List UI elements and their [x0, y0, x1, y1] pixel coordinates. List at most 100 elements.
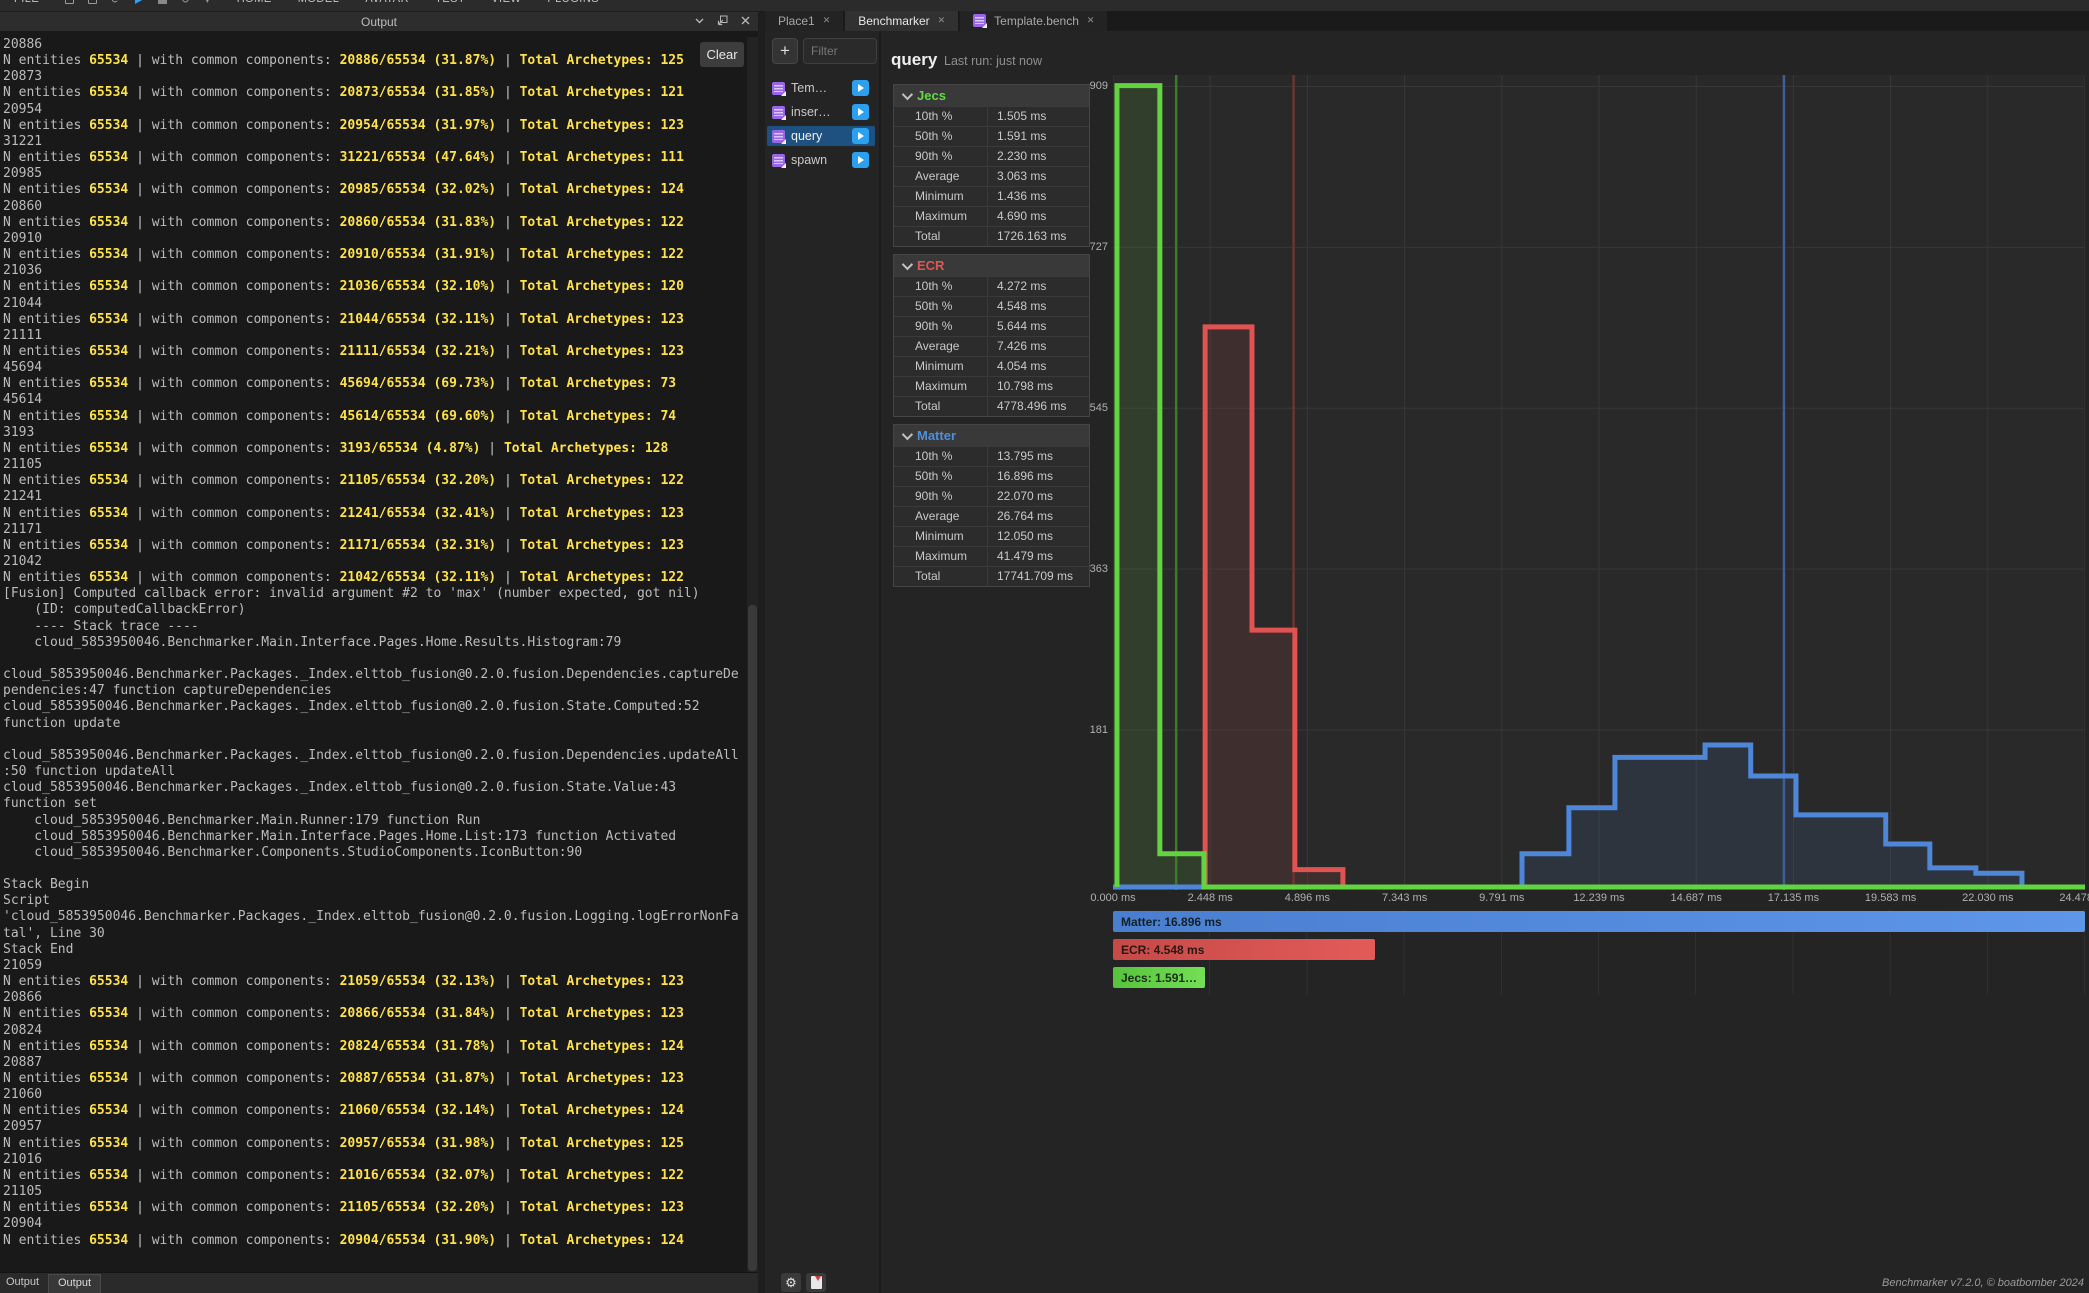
status-bar: Output Output — [0, 1272, 758, 1293]
console-line: 21059 — [3, 958, 746, 974]
add-benchmark-button[interactable]: + — [772, 38, 798, 64]
run-benchmark-button[interactable] — [852, 128, 869, 144]
output-panel-header[interactable]: Output — [0, 12, 758, 31]
plugin-footer-buttons: ⚙ — [781, 1273, 826, 1292]
console-line: N entities 65534 | with common component… — [3, 215, 746, 231]
chevron-down-icon[interactable] — [694, 15, 705, 26]
stats-section-header[interactable]: Matter — [894, 425, 1089, 446]
stat-value: 13.795 ms — [987, 447, 1089, 466]
console-line: 21241 — [3, 489, 746, 505]
stop-icon[interactable] — [158, 0, 167, 4]
stats-section-header[interactable]: Jecs — [894, 85, 1089, 106]
console-line: N entities 65534 | with common component… — [3, 570, 746, 586]
stat-label: Average — [894, 337, 987, 356]
gear-icon[interactable]: ⚙ — [781, 1273, 801, 1292]
console-line: 20824 — [3, 1023, 746, 1039]
benchmark-sidebar: + Tem… inser… query spawn — [765, 31, 881, 1293]
plugin-credit: Benchmarker v7.2.0, © boatbomber 2024 — [1882, 1277, 2084, 1289]
console-line: 21105 — [3, 1184, 746, 1200]
scrollbar-thumb[interactable] — [748, 605, 757, 1271]
last-run-label: Last run: just now — [944, 54, 1042, 68]
close-icon[interactable] — [740, 15, 751, 26]
stat-label: Minimum — [894, 527, 987, 546]
stat-label: 10th % — [894, 277, 987, 296]
stat-label: Maximum — [894, 207, 987, 226]
stat-value: 4.054 ms — [987, 357, 1089, 376]
stats-row: 50th %4.548 ms — [894, 296, 1089, 316]
stat-label: Average — [894, 167, 987, 186]
redo-icon[interactable]: ⟳ — [111, 0, 121, 6]
console-line: cloud_5853950046.Benchmarker.Packages._I… — [3, 667, 746, 683]
console-line: function update — [3, 716, 746, 732]
menu-model[interactable]: MODEL — [298, 0, 340, 5]
stat-value: 1.591 ms — [987, 127, 1089, 146]
open-icon[interactable] — [88, 0, 97, 4]
tab-close-icon[interactable]: ✕ — [1087, 15, 1095, 26]
console-line: 21044 — [3, 296, 746, 312]
console-line: 45694 — [3, 360, 746, 376]
script-icon — [772, 106, 785, 119]
y-tick-label: 545 — [1066, 402, 1108, 414]
run-benchmark-button[interactable] — [852, 152, 869, 168]
console-line: cloud_5853950046.Benchmarker.Packages._I… — [3, 780, 746, 796]
menu-test[interactable]: TEST — [435, 0, 465, 5]
run-benchmark-button[interactable] — [852, 104, 869, 120]
x-tick-label: 12.239 ms — [1573, 892, 1624, 904]
play-icon[interactable] — [135, 0, 144, 4]
console-line: 20957 — [3, 1119, 746, 1135]
benchmark-item-spawn[interactable]: spawn — [767, 150, 875, 170]
stat-value: 5.644 ms — [987, 317, 1089, 336]
book-icon[interactable] — [806, 1273, 826, 1292]
console-log[interactable]: 20886N entities 65534 | with common comp… — [3, 37, 746, 1268]
menu-home[interactable]: HOME — [237, 0, 272, 5]
console-line: 20985 — [3, 166, 746, 182]
new-file-icon[interactable] — [65, 0, 74, 4]
console-line: N entities 65534 | with common component… — [3, 409, 746, 425]
console-line: 20873 — [3, 69, 746, 85]
stats-section-header[interactable]: ECR — [894, 255, 1089, 276]
tab-place1[interactable]: Place1 ✕ — [765, 10, 843, 31]
console-line: N entities 65534 | with common component… — [3, 1103, 746, 1119]
benchmark-item-tem[interactable]: Tem… — [767, 78, 875, 98]
dock-icon[interactable] — [717, 15, 728, 26]
clear-button[interactable]: Clear — [700, 42, 744, 67]
run-benchmark-button[interactable] — [852, 80, 869, 96]
stats-row: Minimum12.050 ms — [894, 526, 1089, 546]
stats-row: Average7.426 ms — [894, 336, 1089, 356]
console-line: N entities 65534 | with common component… — [3, 1168, 746, 1184]
console-line: 21060 — [3, 1087, 746, 1103]
tab-close-icon[interactable]: ✕ — [823, 15, 831, 26]
output-footer-tab-2[interactable]: Output — [48, 1274, 101, 1293]
tab-benchmarker[interactable]: Benchmarker ✕ — [845, 10, 958, 31]
console-line — [3, 861, 746, 877]
menu-file[interactable]: FILE — [14, 0, 39, 5]
benchmark-item-inser[interactable]: inser… — [767, 102, 875, 122]
console-scrollbar[interactable] — [747, 37, 758, 1272]
benchmark-item-label: Tem… — [791, 81, 843, 95]
menu-view[interactable]: VIEW — [491, 0, 521, 5]
console-line: 21016 — [3, 1152, 746, 1168]
filter-input[interactable] — [803, 38, 877, 64]
output-footer-tab-1[interactable]: Output — [6, 1276, 39, 1288]
benchmark-item-query[interactable]: query — [767, 126, 875, 146]
dropdown-icon[interactable]: ▾ — [205, 0, 211, 6]
stat-label: 90th % — [894, 147, 987, 166]
console-line: 20904 — [3, 1216, 746, 1232]
console-line: Stack Begin — [3, 877, 746, 893]
tab-close-icon[interactable]: ✕ — [938, 15, 946, 26]
undo-icon[interactable]: ↺ — [181, 0, 191, 6]
stats-row: 10th %1.505 ms — [894, 106, 1089, 126]
console-line: [Fusion] Computed callback error: invali… — [3, 586, 746, 602]
stats-row: 90th %2.230 ms — [894, 146, 1089, 166]
console-line: 20866 — [3, 990, 746, 1006]
console-line: cloud_5853950046.Benchmarker.Packages._I… — [3, 748, 746, 764]
output-panel-title: Output — [361, 15, 397, 29]
menu-plugins[interactable]: PLUGINS — [547, 0, 599, 5]
tab-template-bench[interactable]: Template.bench ✕ — [960, 10, 1107, 31]
histogram-svg — [1113, 75, 2085, 890]
editor-tabbar: Place1 ✕ Benchmarker ✕ Template.bench ✕ — [765, 10, 2089, 31]
menu-avatar[interactable]: AVATAR — [365, 0, 409, 5]
histogram-plot — [1113, 75, 2085, 890]
console-line: cloud_5853950046.Benchmarker.Packages._I… — [3, 699, 746, 715]
console-line: ---- Stack trace ---- — [3, 619, 746, 635]
